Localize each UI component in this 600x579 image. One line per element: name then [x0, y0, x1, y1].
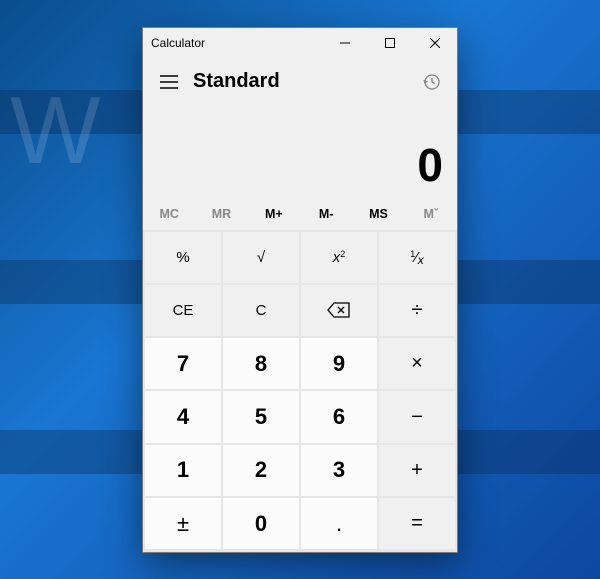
minus-button[interactable]: −	[379, 391, 455, 442]
history-icon	[422, 73, 440, 91]
digit-3-button[interactable]: 3	[301, 445, 377, 496]
close-button[interactable]	[412, 28, 457, 58]
maximize-button[interactable]	[367, 28, 412, 58]
window-controls	[322, 28, 457, 58]
digit-9-button[interactable]: 9	[301, 338, 377, 389]
divide-button[interactable]: ÷	[379, 285, 455, 336]
digit-1-button[interactable]: 1	[145, 445, 221, 496]
minimize-button[interactable]	[322, 28, 367, 58]
equals-button[interactable]: =	[379, 498, 455, 549]
menu-button[interactable]	[149, 62, 189, 102]
calculator-window: Calculator Standard	[142, 27, 458, 553]
backspace-icon	[327, 302, 351, 318]
memory-clear-button[interactable]: MC	[143, 198, 195, 230]
close-icon	[430, 38, 440, 48]
digit-4-button[interactable]: 4	[145, 391, 221, 442]
hamburger-icon	[160, 75, 178, 89]
display: 0	[143, 106, 457, 198]
reciprocal-button[interactable]: 1⁄x	[379, 232, 455, 283]
memory-recall-button[interactable]: MR	[195, 198, 247, 230]
memory-minus-button[interactable]: M-	[300, 198, 352, 230]
digit-7-button[interactable]: 7	[145, 338, 221, 389]
square-button[interactable]: x2	[301, 232, 377, 283]
digit-6-button[interactable]: 6	[301, 391, 377, 442]
history-button[interactable]	[411, 62, 451, 102]
decimal-button[interactable]: .	[301, 498, 377, 549]
titlebar: Calculator	[143, 28, 457, 58]
sqrt-button[interactable]: √	[223, 232, 299, 283]
memory-list-button[interactable]: Mˇ	[405, 198, 457, 230]
mode-label: Standard	[189, 70, 280, 93]
header: Standard	[143, 58, 457, 106]
memory-store-button[interactable]: MS	[352, 198, 404, 230]
minimize-icon	[340, 38, 350, 48]
digit-8-button[interactable]: 8	[223, 338, 299, 389]
multiply-button[interactable]: ×	[379, 338, 455, 389]
digit-5-button[interactable]: 5	[223, 391, 299, 442]
digit-0-button[interactable]: 0	[223, 498, 299, 549]
percent-button[interactable]: %	[145, 232, 221, 283]
backspace-button[interactable]	[301, 285, 377, 336]
keypad: % √ x2 1⁄x CE C ÷ 7 8 9 × 4 5 6 − 1 2 3 …	[143, 230, 457, 552]
clear-entry-button[interactable]: CE	[145, 285, 221, 336]
clear-button[interactable]: C	[223, 285, 299, 336]
maximize-icon	[385, 38, 395, 48]
window-title: Calculator	[151, 36, 322, 50]
memory-plus-button[interactable]: M+	[248, 198, 300, 230]
plus-button[interactable]: +	[379, 445, 455, 496]
digit-2-button[interactable]: 2	[223, 445, 299, 496]
negate-button[interactable]: ±	[145, 498, 221, 549]
memory-row: MC MR M+ M- MS Mˇ	[143, 198, 457, 230]
